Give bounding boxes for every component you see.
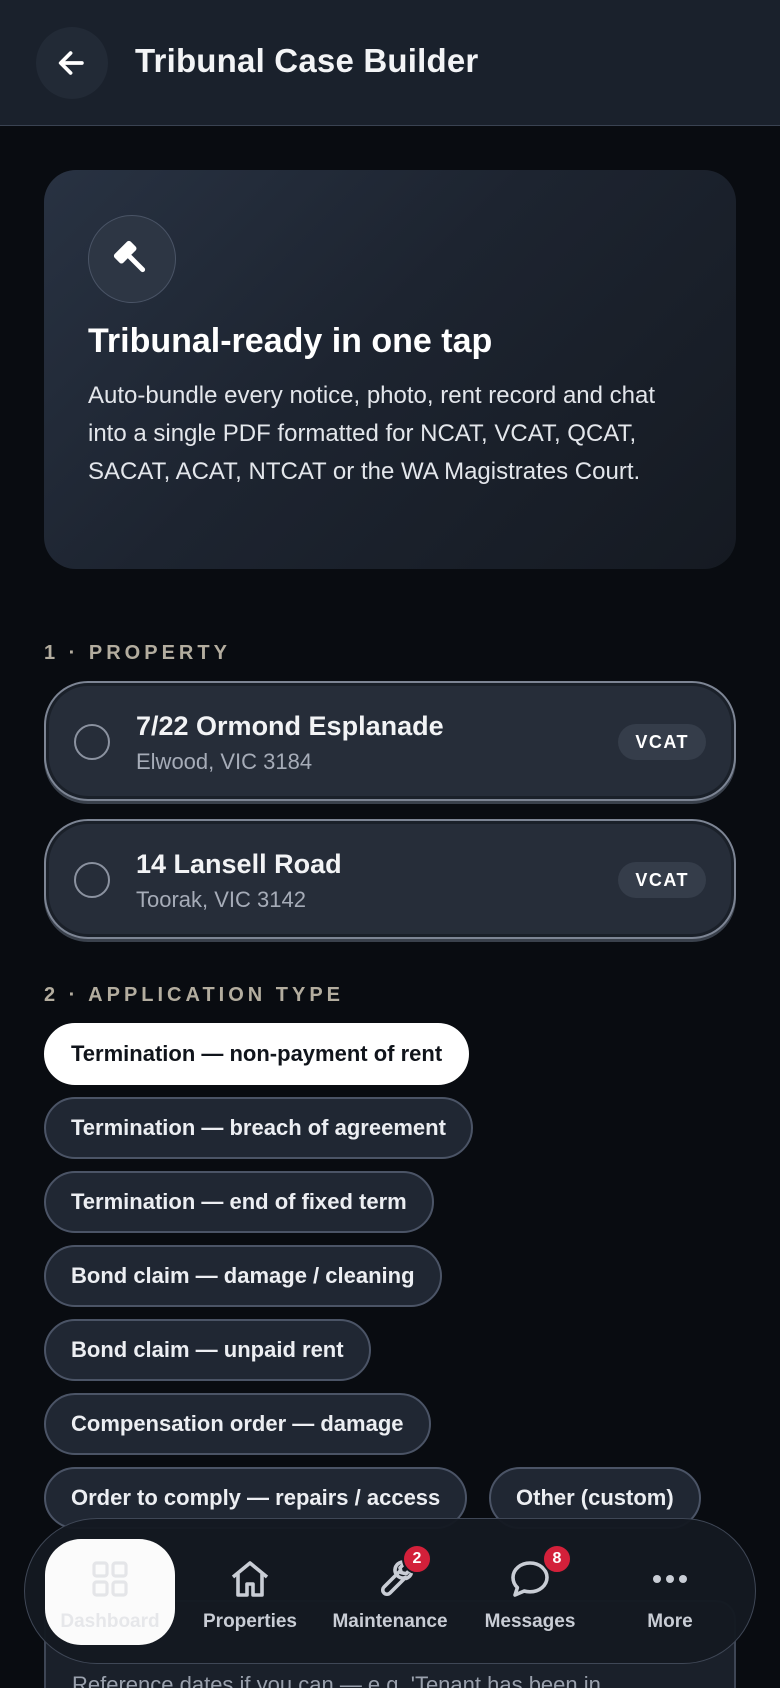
radio-button[interactable] [74, 724, 110, 760]
tribunal-badge: VCAT [618, 724, 706, 760]
gavel-icon [113, 240, 146, 273]
home-icon [231, 1561, 269, 1597]
nav-label-messages: Messages [484, 1611, 576, 1632]
nav-item-messages[interactable]: 8 Messages [460, 1519, 600, 1665]
bottom-navigation-bar: Dashboard Properties 2 Maintenance 8 Mes… [24, 1518, 756, 1664]
application-type-chip-selected[interactable]: Termination — non-payment of rent [44, 1023, 470, 1085]
property-card[interactable]: 14 Lansell Road Toorak, VIC 3142 VCAT [44, 819, 736, 939]
radio-button[interactable] [74, 862, 110, 898]
application-type-chip[interactable]: Termination — breach of agreement [44, 1097, 473, 1159]
hero-title: Tribunal-ready in one tap [88, 322, 493, 360]
nav-item-dashboard[interactable]: Dashboard [40, 1519, 180, 1665]
hero-description: Auto-bundle every notice, photo, rent re… [88, 382, 656, 485]
case-notes-placeholder: Reference dates if you can — e.g. 'Tenan… [72, 1672, 601, 1688]
hero-card: Tribunal-ready in one tap Auto-bundle ev… [44, 170, 736, 569]
grid-icon [92, 1561, 128, 1597]
nav-label-properties: Properties [203, 1611, 297, 1632]
nav-item-more[interactable]: More [600, 1519, 740, 1665]
messages-count-badge: 8 [542, 1544, 572, 1574]
more-dots-icon [653, 1575, 687, 1583]
page-title: Tribunal Case Builder [135, 42, 479, 79]
nav-label-dashboard: Dashboard [60, 1611, 160, 1632]
section-label-property: 1 · PROPERTY [44, 642, 231, 664]
application-type-chip[interactable]: Compensation order — damage [44, 1393, 431, 1455]
nav-item-properties[interactable]: Properties [180, 1519, 320, 1665]
application-type-chip[interactable]: Bond claim — damage / cleaning [44, 1245, 442, 1307]
nav-label-maintenance: Maintenance [332, 1611, 448, 1632]
property-address: 7/22 Ormond Esplanade [136, 711, 444, 741]
application-type-chip[interactable]: Termination — end of fixed term [44, 1171, 434, 1233]
arrow-left-icon [58, 51, 84, 75]
hero-icon-circle [88, 215, 176, 303]
nav-label-more: More [647, 1611, 693, 1632]
maintenance-count-badge: 2 [402, 1544, 432, 1574]
property-suburb: Toorak, VIC 3142 [136, 887, 306, 912]
property-suburb: Elwood, VIC 3184 [136, 749, 313, 774]
section-label-application-type: 2 · APPLICATION TYPE [44, 984, 345, 1006]
property-address: 14 Lansell Road [136, 849, 342, 879]
nav-item-maintenance[interactable]: 2 Maintenance [320, 1519, 460, 1665]
application-type-chip[interactable]: Bond claim — unpaid rent [44, 1319, 371, 1381]
top-app-bar: Tribunal Case Builder [0, 0, 780, 126]
property-card[interactable]: 7/22 Ormond Esplanade Elwood, VIC 3184 V… [44, 681, 736, 801]
tribunal-badge: VCAT [618, 862, 706, 898]
back-button[interactable] [36, 27, 108, 99]
